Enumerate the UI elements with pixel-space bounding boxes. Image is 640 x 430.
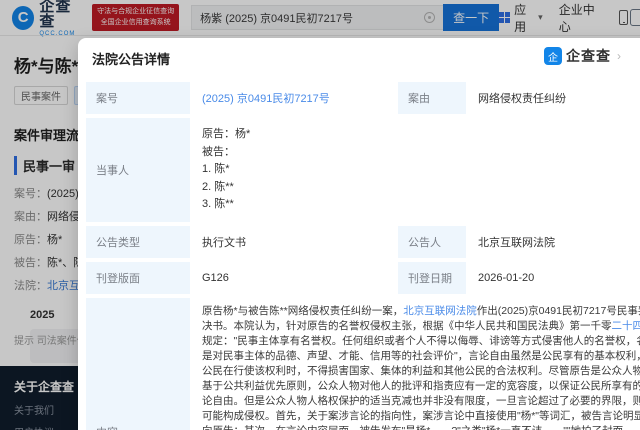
case-no-link[interactable]: (2025) 京0491民初7217号 bbox=[202, 93, 330, 105]
table-row: 刊登版面 G126 刊登日期 2026-01-20 bbox=[86, 262, 640, 294]
announcement-detail-table: 案号 (2025) 京0491民初7217号 案由 网络侵权责任纠纷 当事人 原… bbox=[86, 78, 640, 430]
case-no-label: 案号 bbox=[86, 82, 190, 114]
announcer-label: 公告人 bbox=[398, 226, 466, 258]
table-row: 公告类型 执行文书 公告人 北京互联网法院 bbox=[86, 226, 640, 258]
table-row: 案号 (2025) 京0491民初7217号 案由 网络侵权责任纠纷 bbox=[86, 82, 640, 114]
content-value: 原告杨*与被告陈**网络侵权责任纠纷一案，北京互联网法院作出(2025)京049… bbox=[190, 298, 640, 430]
table-row: 内容 原告杨*与被告陈**网络侵权责任纠纷一案，北京互联网法院作出(2025)京… bbox=[86, 298, 640, 430]
court-link[interactable]: 北京互联网法院 bbox=[403, 305, 477, 317]
cause-value: 网络侵权责任纠纷 bbox=[466, 82, 640, 114]
qcc-mini-logo-text: 企查查 bbox=[566, 46, 611, 66]
party-value: 原告：杨* 被告： 1. 陈* 2. 陈** 3. 陈** bbox=[190, 118, 640, 222]
modal-header: 法院公告详情 企 企查查 › bbox=[78, 38, 640, 76]
content-label: 内容 bbox=[86, 298, 190, 430]
type-label: 公告类型 bbox=[86, 226, 190, 258]
app-window: C 企查查 QCC.COM 守法与合规企业征信查询 全国企业信用查询系统 杨紫 … bbox=[0, 0, 640, 430]
type-value: 执行文书 bbox=[190, 226, 398, 258]
content-text-1: 原告杨*与被告陈**网络侵权责任纠纷一案， bbox=[202, 305, 403, 317]
case-no-value: (2025) 京0491民初7217号 bbox=[190, 82, 398, 114]
chevron-right-icon: › bbox=[617, 49, 621, 63]
party-label: 当事人 bbox=[86, 118, 190, 222]
page-value: G126 bbox=[190, 262, 398, 294]
announcer-value: 北京互联网法院 bbox=[466, 226, 640, 258]
qcc-mini-logo-icon: 企 bbox=[544, 47, 562, 65]
date-label: 刊登日期 bbox=[398, 262, 466, 294]
modal-title: 法院公告详情 bbox=[92, 52, 170, 67]
table-row: 当事人 原告：杨* 被告： 1. 陈* 2. 陈** 3. 陈** bbox=[86, 118, 640, 222]
page-label: 刊登版面 bbox=[86, 262, 190, 294]
modal-brand[interactable]: 企 企查查 › bbox=[544, 46, 621, 66]
content-text-3: 条规定："民事主体享有名誉权。任何组织或者个人不得以侮辱、诽谤等方式侵害他人的名… bbox=[202, 320, 640, 430]
content-highlight: 二十四 bbox=[612, 320, 640, 332]
cause-label: 案由 bbox=[398, 82, 466, 114]
date-value: 2026-01-20 bbox=[466, 262, 640, 294]
court-announcement-modal: 法院公告详情 企 企查查 › 案号 (2025) 京0491民初7217号 案由… bbox=[78, 38, 640, 430]
